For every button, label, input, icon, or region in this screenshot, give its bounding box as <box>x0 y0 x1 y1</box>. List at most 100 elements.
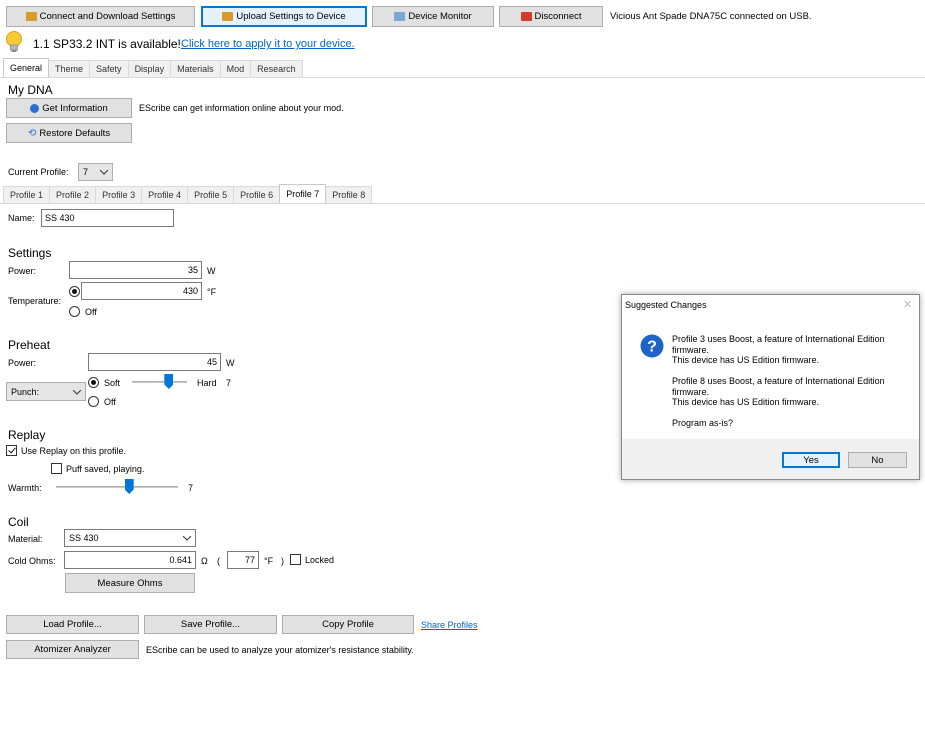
monitor-icon <box>394 12 406 21</box>
temperature-mode-radio[interactable] <box>69 286 80 297</box>
undo-icon: ⟲ <box>27 127 37 139</box>
restore-defaults-button[interactable]: ⟲ Restore Defaults <box>6 123 132 143</box>
tab-general[interactable]: General <box>3 58 50 77</box>
preheat-soft-radio[interactable] <box>88 377 99 388</box>
preheat-power-input[interactable]: 45 <box>88 353 221 371</box>
update-available-text: 1.1 SP33.2 INT is available! <box>33 37 181 51</box>
tab-profile-5[interactable]: Profile 5 <box>187 186 235 203</box>
dialog-close-icon[interactable]: ✕ <box>903 298 912 311</box>
current-profile-select[interactable]: 7 <box>78 163 113 181</box>
dialog-title: Suggested Changes <box>625 300 707 310</box>
warmth-slider-thumb[interactable] <box>124 479 134 494</box>
yes-button[interactable]: Yes <box>782 452 840 468</box>
suggested-changes-dialog: Suggested Changes ✕ ? Profile 3 uses Boo… <box>621 294 920 480</box>
warmth-slider-track[interactable] <box>56 486 178 488</box>
ohm-symbol: Ω <box>201 556 208 566</box>
settings-power-input[interactable]: 35 <box>69 261 202 279</box>
save-profile-button[interactable]: Save Profile... <box>144 615 277 634</box>
tab-profile-8[interactable]: Profile 8 <box>325 186 373 203</box>
dialog-message-line: This device has US Edition firmware. <box>672 397 820 407</box>
settings-power-label: Power: <box>8 266 37 276</box>
name-label: Name: <box>8 213 35 223</box>
dialog-footer: Yes No <box>622 439 919 479</box>
upload-settings-button[interactable]: Upload Settings to Device <box>201 6 367 27</box>
no-button[interactable]: No <box>848 452 907 468</box>
profile-tab-strip: Profile 1 Profile 2 Profile 3 Profile 4 … <box>3 184 373 203</box>
tab-profile-1[interactable]: Profile 1 <box>3 186 51 203</box>
disconnect-button[interactable]: Disconnect <box>499 6 603 27</box>
tab-display[interactable]: Display <box>127 60 172 77</box>
tab-research[interactable]: Research <box>250 60 303 77</box>
puff-saved-checkbox[interactable] <box>51 463 62 474</box>
coil-temperature-input[interactable]: 77 <box>227 551 259 569</box>
dialog-message-line: firmware. <box>672 345 710 355</box>
copy-profile-button[interactable]: Copy Profile <box>282 615 414 634</box>
cold-ohms-input[interactable]: 0.641 <box>64 551 196 569</box>
get-information-button[interactable]: Get Information <box>6 98 132 118</box>
temperature-off-label: Off <box>85 307 97 317</box>
main-tab-strip: General Theme Safety Display Materials M… <box>3 58 303 77</box>
temperature-input[interactable]: 430 <box>81 282 202 300</box>
tab-materials[interactable]: Materials <box>170 60 221 77</box>
connect-download-button[interactable]: Connect and Download Settings <box>6 6 195 27</box>
temperature-unit: °F <box>207 287 217 297</box>
current-profile-label: Current Profile: <box>8 167 69 177</box>
use-replay-label: Use Replay on this profile. <box>21 446 127 456</box>
temperature-off-radio[interactable] <box>69 306 80 317</box>
device-monitor-button[interactable]: Device Monitor <box>372 6 494 27</box>
upload-icon <box>222 12 234 21</box>
tab-profile-3[interactable]: Profile 3 <box>95 186 143 203</box>
coil-temperature-unit: °F <box>264 556 274 566</box>
tab-profile-2[interactable]: Profile 2 <box>49 186 97 203</box>
tab-safety[interactable]: Safety <box>89 60 129 77</box>
preheat-off-radio[interactable] <box>88 396 99 407</box>
preheat-mode-select[interactable]: Punch: <box>6 382 86 401</box>
share-profiles-link[interactable]: Share Profiles <box>421 620 478 630</box>
punch-slider-thumb[interactable] <box>164 374 174 389</box>
punch-level-value: 7 <box>226 378 232 388</box>
warmth-label: Warmth: <box>8 483 42 493</box>
replay-heading: Replay <box>8 428 46 442</box>
measure-ohms-button[interactable]: Measure Ohms <box>65 573 195 593</box>
load-profile-button[interactable]: Load Profile... <box>6 615 139 634</box>
tab-profile-7[interactable]: Profile 7 <box>279 184 327 203</box>
locked-checkbox[interactable] <box>290 554 301 565</box>
tab-theme[interactable]: Theme <box>48 60 91 77</box>
download-icon <box>25 12 37 21</box>
dialog-question: Program as-is? <box>672 418 734 428</box>
apply-update-link[interactable]: Click here to apply it to your device. <box>181 38 355 50</box>
chevron-down-icon <box>182 532 192 541</box>
preheat-heading: Preheat <box>8 338 51 352</box>
tab-divider <box>0 77 925 78</box>
disconnect-icon <box>520 12 532 21</box>
material-select[interactable]: SS 430 <box>64 529 196 547</box>
tab-profile-6[interactable]: Profile 6 <box>233 186 281 203</box>
settings-heading: Settings <box>8 246 52 260</box>
puff-saved-label: Puff saved, playing. <box>66 464 145 474</box>
dialog-message-line: Profile 3 uses Boost, a feature of Inter… <box>672 334 885 344</box>
warmth-value: 7 <box>188 483 194 493</box>
chevron-down-icon <box>99 166 109 175</box>
paren-open: ( <box>217 556 220 566</box>
info-icon <box>30 103 40 113</box>
tab-profile-4[interactable]: Profile 4 <box>141 186 189 203</box>
profile-tab-divider <box>0 203 925 204</box>
punch-slider-track[interactable] <box>132 381 187 383</box>
atomizer-analyzer-button[interactable]: Atomizer Analyzer <box>6 640 139 659</box>
preheat-power-label: Power: <box>8 358 37 368</box>
coil-heading: Coil <box>8 515 29 529</box>
tab-mod[interactable]: Mod <box>219 60 252 77</box>
atomizer-analyzer-description: EScribe can be used to analyze your atom… <box>146 645 414 655</box>
preheat-hard-label: Hard <box>197 378 217 388</box>
cold-ohms-label: Cold Ohms: <box>8 556 56 566</box>
dialog-message-line: This device has US Edition firmware. <box>672 355 820 365</box>
profile-name-input[interactable]: SS 430 <box>41 209 174 227</box>
question-icon: ? <box>640 334 664 358</box>
svg-text:?: ? <box>647 339 657 356</box>
lightbulb-icon <box>6 31 22 52</box>
locked-label: Locked <box>305 555 335 565</box>
settings-power-unit: W <box>207 266 216 276</box>
use-replay-checkbox[interactable] <box>6 445 17 456</box>
dialog-message-line: Profile 8 uses Boost, a feature of Inter… <box>672 376 885 386</box>
chevron-down-icon <box>72 385 82 395</box>
